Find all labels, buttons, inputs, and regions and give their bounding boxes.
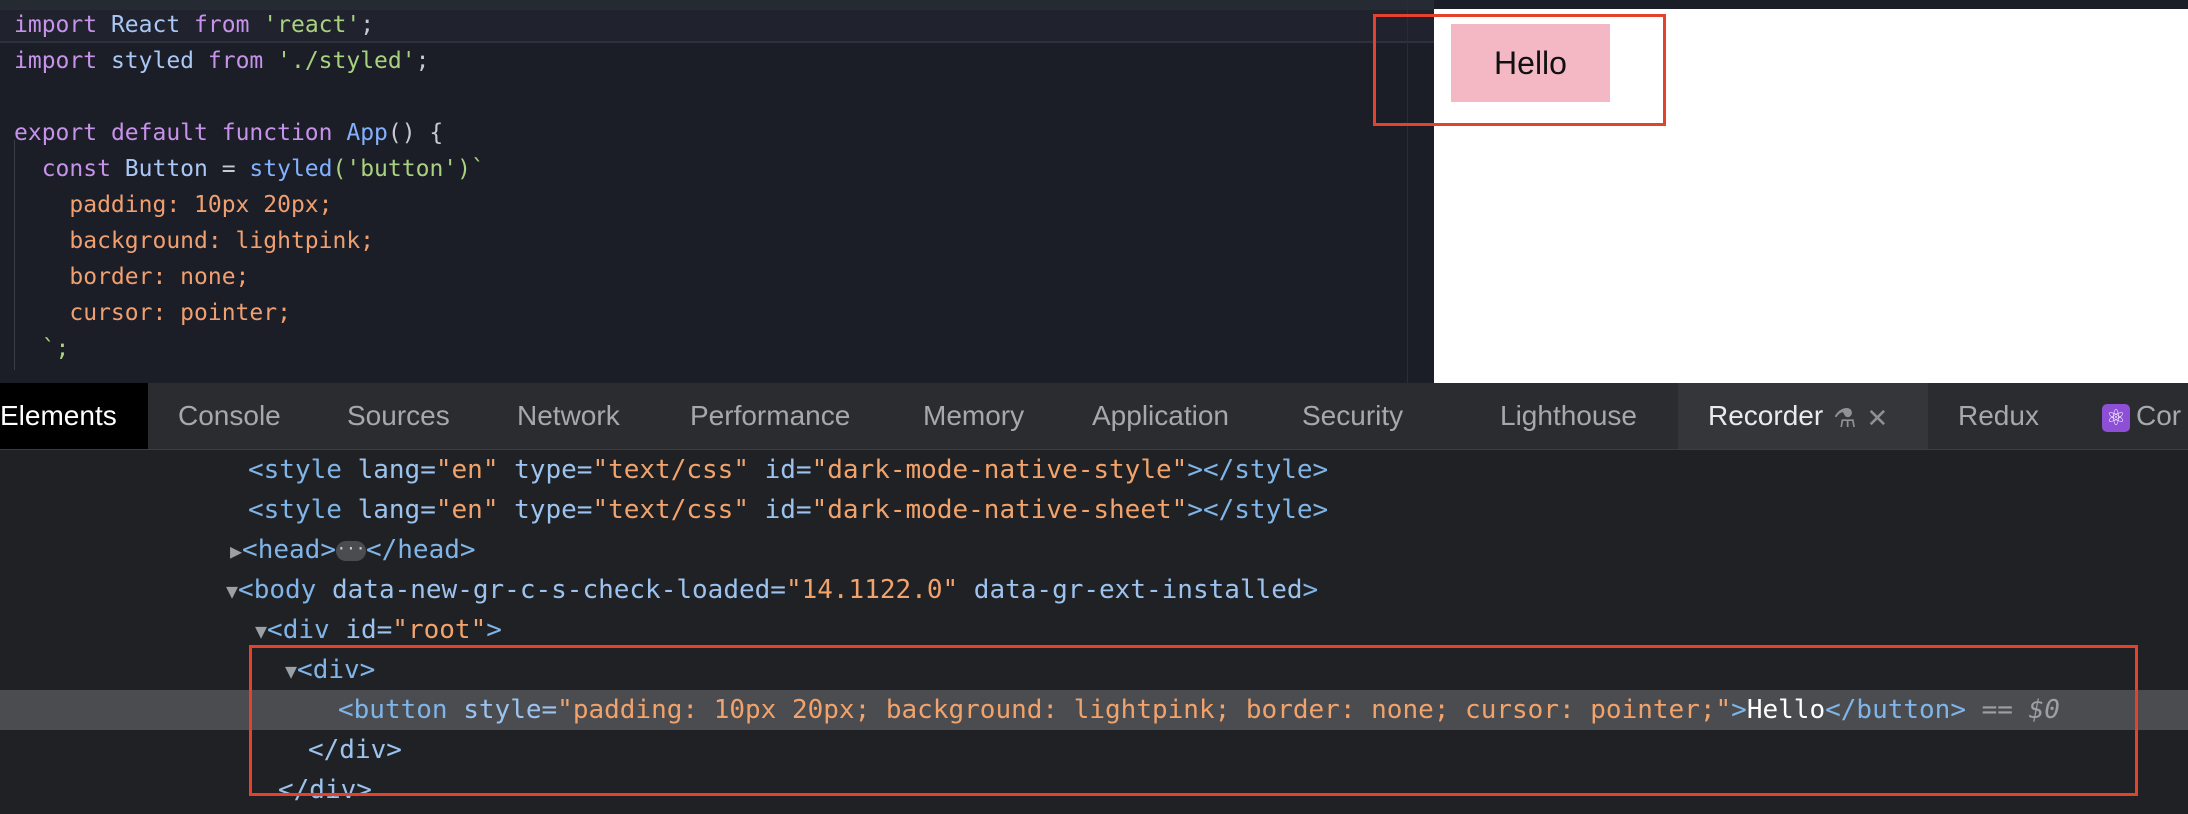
tab-lighthouse[interactable]: Lighthouse bbox=[1500, 383, 1637, 449]
collapse-triangle-icon[interactable]: ▼ bbox=[285, 659, 297, 683]
collapse-triangle-icon[interactable]: ▼ bbox=[226, 579, 238, 603]
ellipsis-icon[interactable]: ··· bbox=[335, 540, 366, 561]
tab-lighthouse-label: Lighthouse bbox=[1500, 400, 1638, 431]
tab-memory-label: Memory bbox=[923, 400, 1025, 431]
tab-elements-label: Elements bbox=[0, 400, 117, 431]
tab-network-label: Network bbox=[517, 400, 620, 431]
editor-ruler bbox=[1407, 0, 1408, 383]
tab-memory[interactable]: Memory bbox=[923, 383, 1024, 449]
devtools-tab-bar: Elements Console Sources Network Perform… bbox=[0, 383, 2188, 450]
preview-pane: Hello bbox=[1434, 0, 2188, 383]
tab-application[interactable]: Application bbox=[1092, 383, 1229, 449]
code-line-1[interactable]: import React from 'react'; bbox=[14, 7, 374, 43]
tab-components[interactable]: ⚛ Cor bbox=[2102, 383, 2181, 449]
dom-node-button[interactable]: <button style="padding: 10px 20px; backg… bbox=[338, 690, 2060, 730]
preview-top-strip bbox=[1434, 0, 2188, 9]
close-icon[interactable]: ✕ bbox=[1866, 385, 1888, 451]
tab-console-label: Console bbox=[178, 400, 281, 431]
flask-icon: ⚗ bbox=[1833, 402, 1857, 433]
tab-console[interactable]: Console bbox=[178, 383, 281, 449]
dom-node-inner-div[interactable]: ▼<div> bbox=[285, 650, 375, 690]
tab-sources-label: Sources bbox=[347, 400, 450, 431]
code-line-7[interactable]: background: lightpink; bbox=[14, 223, 374, 259]
elements-dom-tree: <style lang="en" type="text/css" id="dar… bbox=[0, 450, 2188, 814]
tab-performance[interactable]: Performance bbox=[690, 383, 850, 449]
code-line-9[interactable]: cursor: pointer; bbox=[14, 295, 291, 331]
dom-node-root-div[interactable]: ▼<div id="root"> bbox=[255, 610, 502, 650]
code-line-5[interactable]: const Button = styled('button')` bbox=[14, 151, 485, 187]
code-line-4[interactable]: export default function App() { bbox=[14, 115, 443, 151]
code-line-10[interactable]: `; bbox=[14, 331, 70, 367]
tab-security-label: Security bbox=[1302, 400, 1404, 431]
tab-redux-label: Redux bbox=[1958, 400, 2039, 431]
dom-node-style-1[interactable]: <style lang="en" type="text/css" id="dar… bbox=[248, 450, 1328, 490]
tab-recorder-label: Recorder bbox=[1708, 400, 1824, 431]
collapse-triangle-icon[interactable]: ▼ bbox=[255, 619, 267, 643]
tab-components-label: Cor bbox=[2136, 400, 2182, 431]
dom-node-body[interactable]: ▼<body data-new-gr-c-s-check-loaded="14.… bbox=[226, 570, 1318, 610]
code-editor[interactable]: import React from 'react'; import styled… bbox=[0, 0, 1434, 383]
tab-redux[interactable]: Redux bbox=[1958, 383, 2039, 449]
tab-network[interactable]: Network bbox=[517, 383, 620, 449]
code-line-2[interactable]: import styled from './styled'; bbox=[14, 43, 429, 79]
tab-performance-label: Performance bbox=[690, 400, 851, 431]
tab-elements[interactable]: Elements bbox=[0, 383, 148, 449]
tab-application-label: Application bbox=[1092, 400, 1229, 431]
hello-button[interactable]: Hello bbox=[1451, 24, 1610, 102]
tab-recorder[interactable]: Recorder ⚗ ✕ bbox=[1678, 383, 1928, 449]
dom-node-style-2[interactable]: <style lang="en" type="text/css" id="dar… bbox=[248, 490, 1328, 530]
tab-sources[interactable]: Sources bbox=[347, 383, 450, 449]
code-line-6[interactable]: padding: 10px 20px; bbox=[14, 187, 332, 223]
dom-node-inner-div-close[interactable]: </div> bbox=[308, 730, 402, 770]
dom-node-root-div-close[interactable]: </div> bbox=[278, 770, 372, 810]
dom-node-head[interactable]: ▶<head>···</head> bbox=[230, 530, 476, 570]
expand-triangle-icon[interactable]: ▶ bbox=[230, 539, 242, 563]
code-line-8[interactable]: border: none; bbox=[14, 259, 249, 295]
react-icon: ⚛ bbox=[2102, 403, 2130, 432]
tab-security[interactable]: Security bbox=[1302, 383, 1403, 449]
